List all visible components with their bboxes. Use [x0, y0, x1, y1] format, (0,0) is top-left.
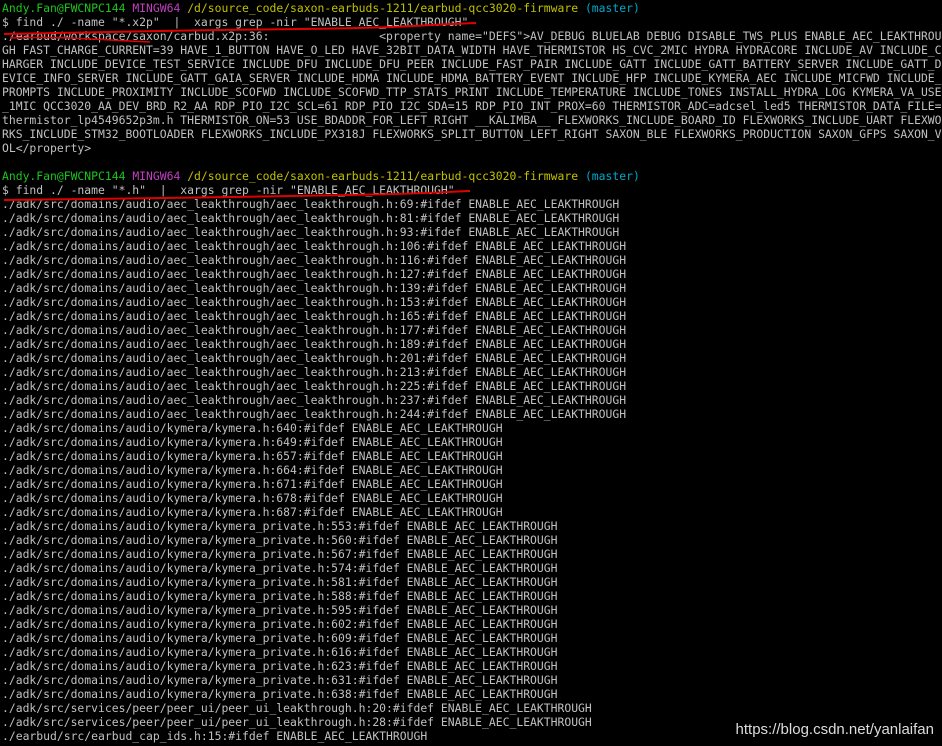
- result-line: ./adk/src/domains/audio/kymera/kymera_pr…: [2, 673, 558, 687]
- result-line: ./adk/src/domains/audio/kymera/kymera_pr…: [2, 617, 558, 631]
- result-line: ./adk/src/domains/audio/kymera/kymera.h:…: [2, 505, 503, 519]
- result-line: ./adk/src/domains/audio/aec_leakthrough/…: [2, 337, 627, 351]
- result-line: ./adk/src/domains/audio/aec_leakthrough/…: [2, 407, 627, 421]
- result-line: ./adk/src/domains/audio/kymera/kymera.h:…: [2, 491, 503, 505]
- result-line: ./adk/src/domains/audio/kymera/kymera_pr…: [2, 575, 558, 589]
- prompt-branch: (master): [584, 1, 640, 15]
- result-line: ./adk/src/domains/audio/aec_leakthrough/…: [2, 393, 627, 407]
- prompt-line: Andy.Fan@FWCNPC144 MINGW64 /d/source_cod…: [2, 169, 942, 183]
- prompt-path: /d/source_code/saxon-earbuds-1211/earbud…: [187, 1, 579, 15]
- result-line: ./adk/src/domains/audio/kymera/kymera_pr…: [2, 519, 558, 533]
- result-line: ./adk/src/services/peer/peer_ui/peer_ui_…: [2, 701, 592, 715]
- prompt-shell: MINGW64: [132, 169, 181, 183]
- result-line: ./adk/src/domains/audio/kymera/kymera.h:…: [2, 435, 503, 449]
- result-line: ./adk/src/domains/audio/aec_leakthrough/…: [2, 379, 627, 393]
- result-line: ./adk/src/domains/audio/kymera/kymera_pr…: [2, 603, 558, 617]
- prompt-user: Andy.Fan@FWCNPC144: [2, 1, 126, 15]
- result-line: ./adk/src/domains/audio/aec_leakthrough/…: [2, 211, 620, 225]
- prompt-shell: MINGW64: [132, 1, 181, 15]
- result-line: ./adk/src/domains/audio/kymera/kymera_pr…: [2, 547, 558, 561]
- result-line: ./adk/src/domains/audio/aec_leakthrough/…: [2, 239, 627, 253]
- result-line: ./adk/src/domains/audio/kymera/kymera.h:…: [2, 463, 503, 477]
- result-line: ./adk/src/domains/audio/aec_leakthrough/…: [2, 323, 627, 337]
- result-line: ./adk/src/domains/audio/kymera/kymera_pr…: [2, 645, 558, 659]
- result-line: ./adk/src/domains/audio/kymera/kymera_pr…: [2, 589, 558, 603]
- result-line: ./adk/src/domains/audio/kymera/kymera_pr…: [2, 533, 558, 547]
- result-line: ./adk/src/domains/audio/kymera/kymera_pr…: [2, 687, 558, 701]
- result-line: ./adk/src/domains/audio/aec_leakthrough/…: [2, 309, 627, 323]
- result-line: ./adk/src/domains/audio/aec_leakthrough/…: [2, 267, 627, 281]
- result-line: ./adk/src/domains/audio/kymera/kymera.h:…: [2, 449, 503, 463]
- result-line: ./adk/src/domains/audio/kymera/kymera_pr…: [2, 561, 558, 575]
- prompt-user: Andy.Fan@FWCNPC144: [2, 169, 126, 183]
- result-line: ./adk/src/domains/audio/aec_leakthrough/…: [2, 351, 627, 365]
- result-line: ./adk/src/domains/audio/aec_leakthrough/…: [2, 197, 620, 211]
- terminal-window[interactable]: Andy.Fan@FWCNPC144 MINGW64 /d/source_cod…: [2, 1, 942, 743]
- result-line: ./adk/src/domains/audio/kymera/kymera.h:…: [2, 477, 503, 491]
- grep-results: ./adk/src/domains/audio/aec_leakthrough/…: [2, 197, 942, 743]
- result-line: ./adk/src/domains/audio/kymera/kymera_pr…: [2, 631, 558, 645]
- result-line: ./adk/src/domains/audio/aec_leakthrough/…: [2, 281, 627, 295]
- prompt-path: /d/source_code/saxon-earbuds-1211/earbud…: [187, 169, 579, 183]
- command-line[interactable]: $ find ./ -name "*.h" | xargs grep -nir …: [2, 183, 942, 197]
- result-line: ./adk/src/domains/audio/aec_leakthrough/…: [2, 225, 620, 239]
- result-line: ./adk/src/domains/audio/aec_leakthrough/…: [2, 295, 627, 309]
- grep-output: ./earbud/workspace/saxon/carbud.x2p:36: …: [2, 29, 942, 155]
- command-line[interactable]: $ find ./ -name "*.x2p" | xargs grep -ni…: [2, 15, 942, 29]
- result-line: ./adk/src/domains/audio/kymera/kymera_pr…: [2, 659, 558, 673]
- result-line: ./adk/src/domains/audio/aec_leakthrough/…: [2, 365, 627, 379]
- result-line: ./adk/src/domains/audio/kymera/kymera.h:…: [2, 421, 503, 435]
- prompt-branch: (master): [584, 169, 640, 183]
- prompt-line: Andy.Fan@FWCNPC144 MINGW64 /d/source_cod…: [2, 1, 942, 15]
- result-line: ./adk/src/domains/audio/aec_leakthrough/…: [2, 253, 627, 267]
- watermark-text: https://blog.csdn.net/yanlaifan: [735, 721, 934, 738]
